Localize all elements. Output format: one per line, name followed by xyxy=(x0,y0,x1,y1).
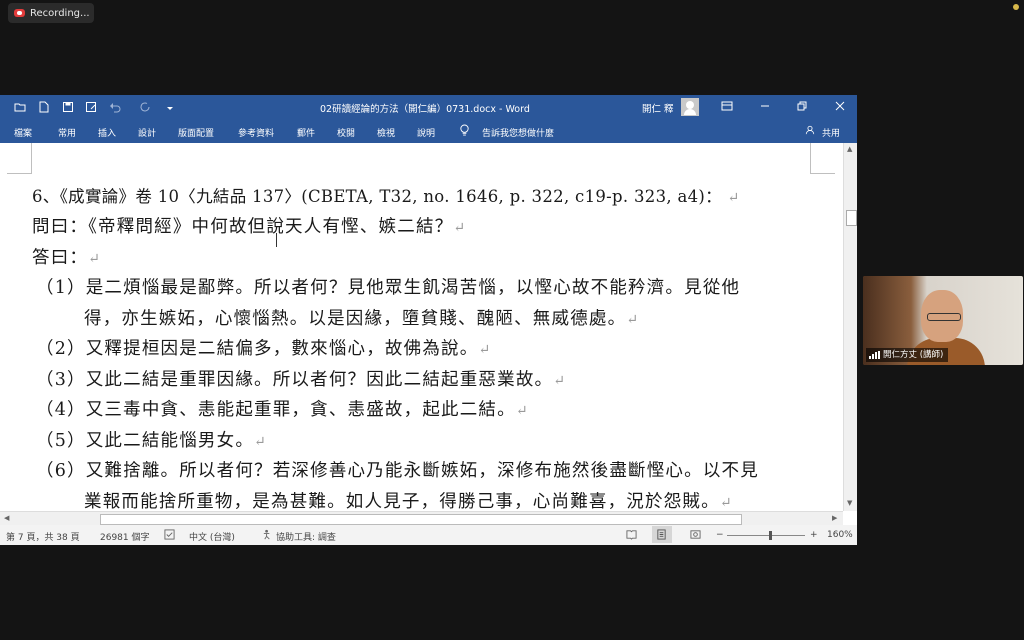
zoom-slider-knob[interactable] xyxy=(769,531,772,540)
doc-line: 業報而能捨所重物，是為甚難。如人見子，得勝己事，心尚難喜，況於怨賊。↵ xyxy=(84,492,733,511)
new-document-icon[interactable] xyxy=(38,101,50,113)
language-indicator[interactable]: 中文 (台灣) xyxy=(189,530,235,543)
lightbulb-icon xyxy=(459,124,470,140)
doc-line: （6）又難捨離。所以者何？若深修善心乃能永斷嫉妬，深修布施然後盡斷慳心。以不見 xyxy=(36,461,759,481)
doc-line: 6、《成實論》卷 10〈九結品 137〉(CBETA, T32, no. 164… xyxy=(32,187,740,206)
zoom-slider-track[interactable] xyxy=(727,535,805,536)
vertical-scroll-thumb[interactable] xyxy=(846,210,857,226)
text-cursor xyxy=(276,233,277,247)
title-bar: 02研讀經論的方法（開仁編）0731.docx - Word 開仁 釋 xyxy=(0,95,857,120)
zoom-in-button[interactable]: + xyxy=(810,530,818,540)
left-margin-marker xyxy=(7,143,32,174)
doc-line: 得，亦生嫉妬，心懷惱熱。以是因緣，墮貧賤、醜陋、無威德處。↵ xyxy=(84,309,640,329)
user-name[interactable]: 開仁 釋 xyxy=(642,101,674,115)
speaker-glasses xyxy=(927,313,961,321)
accessibility-status[interactable]: 協助工具: 調查 xyxy=(276,530,336,543)
ribbon-display-options-icon[interactable] xyxy=(720,100,734,114)
record-icon xyxy=(14,9,25,17)
horizontal-scrollbar[interactable]: ◀ ▶ xyxy=(0,511,843,525)
save-icon[interactable] xyxy=(62,101,74,113)
participant-name: 開仁方丈 (講師) xyxy=(883,350,944,360)
tab-design[interactable]: 設計 xyxy=(138,126,156,139)
status-dot xyxy=(1013,4,1019,10)
document-canvas[interactable]: 6、《成實論》卷 10〈九結品 137〉(CBETA, T32, no. 164… xyxy=(0,143,843,511)
vertical-scrollbar[interactable]: ▲ ▼ xyxy=(843,143,857,511)
doc-line: （2）又釋提桓因是二結偏多，數來惱心，故佛為說。↵ xyxy=(36,339,492,359)
zoom-out-button[interactable]: − xyxy=(716,530,724,540)
web-layout-icon[interactable] xyxy=(690,529,701,543)
share-person-icon xyxy=(805,125,815,138)
restore-icon[interactable] xyxy=(795,100,809,114)
tell-me-search[interactable]: 告訴我您想做什麼 xyxy=(482,126,554,139)
doc-line: （4）又三毒中貪、恚能起重罪，貪、恚盛故，起此二結。↵ xyxy=(36,400,529,420)
right-margin-marker xyxy=(810,143,835,174)
proofing-icon[interactable] xyxy=(164,529,175,543)
recording-indicator[interactable]: Recording... xyxy=(8,3,94,23)
scroll-left-icon[interactable]: ◀ xyxy=(4,514,9,522)
customize-toolbar-icon[interactable] xyxy=(164,101,176,113)
doc-line: （5）又此二結能惱男女。↵ xyxy=(36,431,267,451)
print-layout-icon[interactable] xyxy=(652,526,672,543)
scroll-up-icon[interactable]: ▲ xyxy=(847,145,852,153)
doc-line: 答曰：↵ xyxy=(32,248,102,268)
tab-references[interactable]: 參考資料 xyxy=(238,126,274,139)
tab-insert[interactable]: 插入 xyxy=(98,126,116,139)
word-window: 02研讀經論的方法（開仁編）0731.docx - Word 開仁 釋 檔案 常… xyxy=(0,95,857,545)
tab-mailings[interactable]: 郵件 xyxy=(297,126,315,139)
close-icon[interactable] xyxy=(833,100,847,114)
tab-help[interactable]: 說明 xyxy=(417,126,435,139)
participant-nameplate: 開仁方丈 (講師) xyxy=(866,348,949,362)
scroll-right-icon[interactable]: ▶ xyxy=(832,514,837,522)
page-count[interactable]: 第 7 頁，共 38 頁 xyxy=(6,530,80,543)
signal-bars-icon xyxy=(869,351,880,359)
accessibility-icon[interactable] xyxy=(262,529,273,543)
share-button[interactable]: 共用 xyxy=(822,126,840,139)
redo-icon[interactable] xyxy=(139,101,151,113)
open-folder-icon[interactable] xyxy=(14,101,26,113)
minimize-icon[interactable] xyxy=(758,100,772,114)
doc-line: （1）是二煩惱最是鄙弊。所以者何？見他眾生飢渴苦惱，以慳心故不能矜濟。見從他 xyxy=(36,278,741,298)
doc-line: （3）又此二結是重罪因緣。所以者何？因此二結起重惡業故。↵ xyxy=(36,370,567,390)
word-count[interactable]: 26981 個字 xyxy=(100,530,150,543)
tab-review[interactable]: 校閱 xyxy=(337,126,355,139)
tab-file[interactable]: 檔案 xyxy=(14,126,32,139)
doc-line: 問曰：《帝釋問經》中何故但說天人有慳、嫉二結？↵ xyxy=(32,217,467,237)
tab-view[interactable]: 檢視 xyxy=(377,126,395,139)
read-mode-icon[interactable] xyxy=(626,529,637,543)
scroll-down-icon[interactable]: ▼ xyxy=(847,499,852,507)
horizontal-scroll-thumb[interactable] xyxy=(100,514,742,525)
save-as-icon[interactable] xyxy=(85,101,97,113)
tab-layout[interactable]: 版面配置 xyxy=(178,126,214,139)
status-bar: 第 7 頁，共 38 頁 26981 個字 中文 (台灣) 協助工具: 調查 −… xyxy=(0,525,857,545)
participant-video[interactable]: 開仁方丈 (講師) xyxy=(863,276,1023,365)
undo-icon[interactable] xyxy=(109,101,121,113)
zoom-level[interactable]: 160% xyxy=(827,530,853,540)
ribbon-tabs: 檔案 常用 插入 設計 版面配置 參考資料 郵件 校閱 檢視 說明 告訴我您想做… xyxy=(0,120,857,143)
document-title: 02研讀經論的方法（開仁編）0731.docx - Word xyxy=(320,104,530,115)
recording-label: Recording... xyxy=(30,7,90,19)
user-avatar-icon[interactable] xyxy=(681,98,699,116)
tab-home[interactable]: 常用 xyxy=(58,126,76,139)
